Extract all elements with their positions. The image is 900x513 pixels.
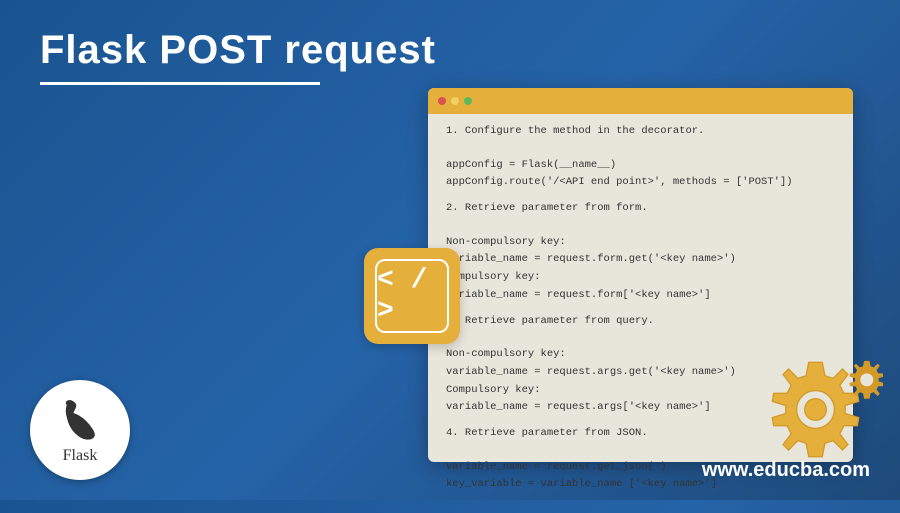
window-maximize-icon xyxy=(464,97,472,105)
flask-horn-icon xyxy=(55,395,105,445)
flask-logo: Flask xyxy=(30,380,130,480)
code-icon: < / > xyxy=(375,259,449,333)
code-line: variable_name = request.form['<key name>… xyxy=(446,288,835,304)
code-line: appConfig = Flask(__name__) xyxy=(446,158,835,174)
window-close-icon xyxy=(438,97,446,105)
code-line: Compulsory key: xyxy=(446,270,835,286)
code-heading: 2. Retrieve parameter from form. xyxy=(446,201,835,217)
code-heading: 1. Configure the method in the decorator… xyxy=(446,124,835,140)
website-url: www.educba.com xyxy=(702,459,870,482)
code-line: Non-compulsory key: xyxy=(446,235,835,251)
flask-logo-text: Flask xyxy=(63,447,98,465)
window-titlebar xyxy=(428,88,853,114)
code-line: appConfig.route('/<API end point>', meth… xyxy=(446,175,835,191)
gear-icon xyxy=(748,342,883,477)
code-heading: 3. Retrieve parameter from query. xyxy=(446,314,835,330)
code-line: variable_name = request.form.get('<key n… xyxy=(446,252,835,268)
title-underline xyxy=(40,82,320,85)
window-minimize-icon xyxy=(451,97,459,105)
code-badge: < / > xyxy=(364,248,460,344)
page-title: Flask POST request xyxy=(40,28,436,73)
